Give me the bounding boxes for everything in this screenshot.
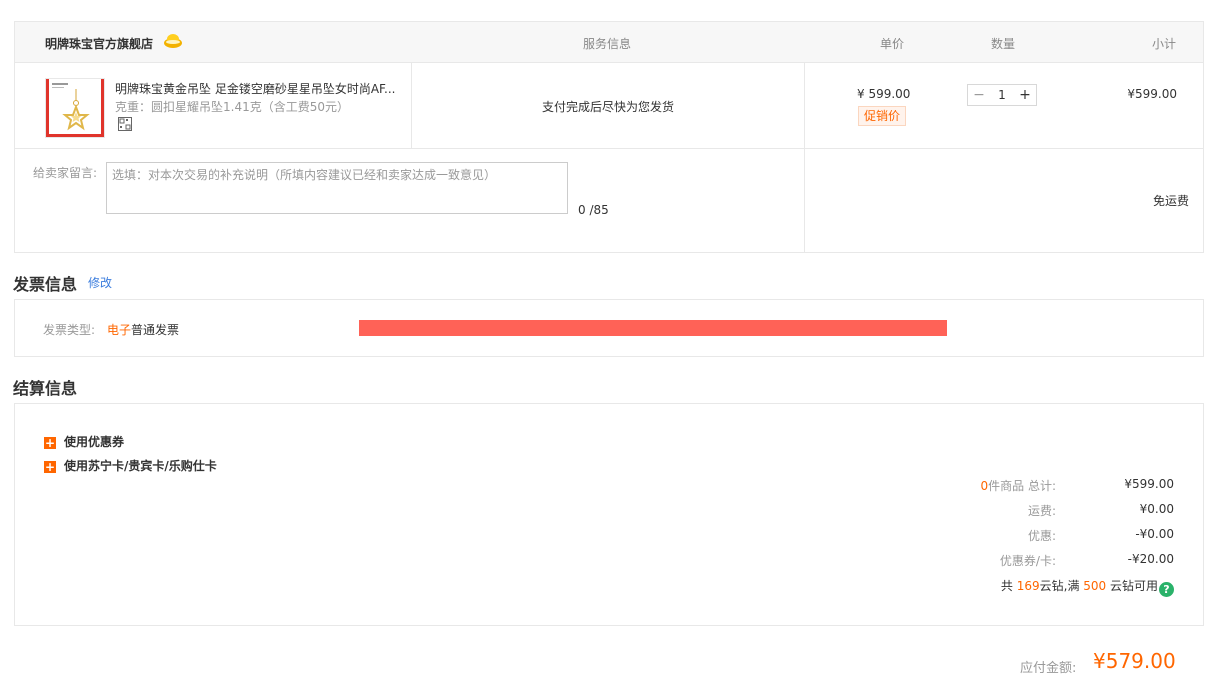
items-count: 0	[980, 479, 989, 493]
plus-icon: +	[44, 436, 56, 450]
promo-badge: 促销价	[858, 106, 907, 126]
shipping-divider	[804, 149, 805, 253]
yunzuan-suffix: 云钻可用	[1106, 579, 1158, 593]
discount-value: -¥0.00	[1135, 527, 1174, 541]
message-label: 给卖家留言:	[33, 166, 98, 180]
invoice-type-rest: 普通发票	[131, 323, 180, 337]
invoice-section-title: 发票信息	[13, 275, 78, 294]
yunzuan-mid: 云钻,满	[1039, 579, 1084, 593]
product-spec: 克重：圆扣星耀吊坠1.41克（含工费50元）	[115, 100, 349, 114]
items-total-label: 0件商品 总计:	[981, 477, 1057, 494]
quantity-increase-button[interactable]: +	[1014, 85, 1036, 105]
invoice-type-value: 电子普通发票	[107, 321, 179, 338]
redaction-bar	[359, 320, 947, 336]
header-unit-price: 单价	[880, 37, 905, 51]
service-info: 支付完成后尽快为您发货	[542, 100, 675, 114]
product-title[interactable]: 明牌珠宝黄金吊坠 足金镂空磨砂星星吊坠女时尚AF...	[115, 80, 405, 97]
yunzuan-count: 169	[1016, 579, 1040, 593]
invoice-edit-link[interactable]: 修改	[88, 274, 112, 291]
order-header: 明牌珠宝官方旗舰店 服务信息 单价 数量 小计	[15, 22, 1203, 63]
quantity-stepper: − 1 +	[967, 84, 1037, 106]
order-block: 明牌珠宝官方旗舰店 服务信息 单价 数量 小计 明牌珠宝黄金吊坠 足金镂空磨砂星…	[14, 21, 1204, 253]
help-icon[interactable]: ?	[1159, 582, 1174, 597]
product-thumbnail[interactable]	[45, 78, 105, 138]
quantity-value[interactable]: 1	[990, 85, 1014, 105]
payable-amount: ¥579.00	[1093, 649, 1176, 673]
payable-label: 应付金额:	[1020, 661, 1077, 676]
invoice-type-label: 发票类型:	[43, 323, 96, 337]
message-char-counter: 0 /85	[578, 203, 609, 217]
header-subtotal: 小计	[1152, 37, 1177, 51]
discount-label: 优惠:	[1027, 529, 1056, 543]
gold-ingot-icon	[163, 32, 183, 50]
unit-price: ¥ 599.00	[857, 87, 911, 101]
use-coupon-toggle[interactable]: + 使用优惠券	[44, 433, 124, 449]
items-total-text: 件商品 总计:	[988, 479, 1056, 493]
yunzuan-prefix: 共	[1000, 579, 1017, 593]
use-cards-label: 使用苏宁卡/贵宾卡/乐购仕卡	[64, 459, 217, 473]
product-row: 明牌珠宝黄金吊坠 足金镂空磨砂星星吊坠女时尚AF... 克重：圆扣星耀吊坠1.4…	[15, 63, 1203, 149]
qr-code-icon[interactable]	[118, 117, 132, 131]
header-quantity: 数量	[991, 37, 1016, 51]
item-subtotal: ¥599.00	[1127, 87, 1177, 101]
coupon-card-label: 优惠券/卡:	[999, 554, 1056, 568]
shop-name[interactable]: 明牌珠宝官方旗舰店	[45, 35, 153, 52]
use-cards-toggle[interactable]: + 使用苏宁卡/贵宾卡/乐购仕卡	[44, 457, 217, 473]
coupon-card-value: -¥20.00	[1127, 552, 1174, 566]
invoice-block: 发票类型: 电子普通发票	[14, 299, 1204, 357]
settlement-section-title: 结算信息	[13, 379, 78, 398]
price-divider	[804, 63, 805, 149]
shipping-fee: 免运费	[1152, 194, 1189, 208]
freight-value: ¥0.00	[1139, 502, 1174, 516]
invoice-type-highlight: 电子	[107, 323, 132, 337]
yunzuan-info: 共 169云钻,满 500 云钻可用?	[1001, 577, 1174, 597]
seller-message-input[interactable]	[106, 162, 568, 214]
message-row: 给卖家留言: 0 /85 免运费	[15, 149, 1203, 253]
plus-icon: +	[44, 460, 56, 474]
settlement-block: + 使用优惠券 + 使用苏宁卡/贵宾卡/乐购仕卡 0件商品 总计: ¥599.00 …	[14, 403, 1204, 626]
items-total-value: ¥599.00	[1124, 477, 1174, 491]
product-cell: 明牌珠宝黄金吊坠 足金镂空磨砂星星吊坠女时尚AF... 克重：圆扣星耀吊坠1.4…	[15, 63, 412, 149]
yunzuan-threshold: 500	[1083, 579, 1107, 593]
use-coupon-label: 使用优惠券	[64, 435, 125, 449]
header-service: 服务信息	[583, 37, 632, 51]
quantity-decrease-button[interactable]: −	[968, 85, 990, 105]
freight-label: 运费:	[1027, 504, 1056, 518]
